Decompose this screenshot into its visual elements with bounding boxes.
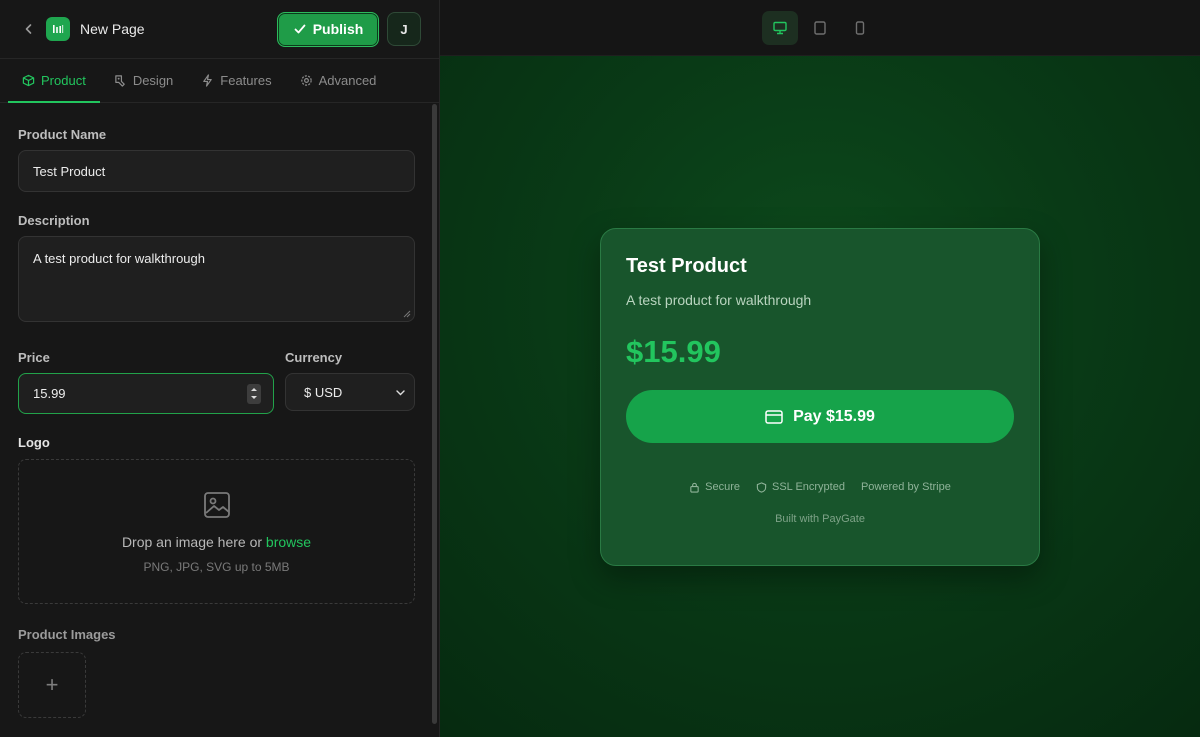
page-title: New Page	[80, 21, 145, 37]
price-label: Price	[18, 350, 50, 365]
scrollbar[interactable]	[432, 104, 437, 724]
price-value: 15.99	[33, 386, 66, 401]
tab-advanced-label: Advanced	[318, 73, 377, 88]
mobile-icon	[855, 20, 865, 35]
currency-value: $ USD	[304, 384, 343, 400]
chevron-down-icon	[396, 389, 405, 395]
check-icon	[294, 24, 306, 34]
mobile-view-button[interactable]	[842, 11, 878, 45]
plus-icon: +	[45, 672, 59, 697]
product-name-value: Test Product	[33, 163, 106, 179]
publish-button[interactable]: Publish	[277, 11, 379, 47]
pay-button-label: Pay $15.99	[793, 407, 875, 425]
add-image-button[interactable]: +	[18, 652, 86, 718]
tab-advanced[interactable]: Advanced	[286, 59, 391, 102]
dropzone-hint: PNG, JPG, SVG up to 5MB	[143, 560, 290, 574]
badge-ssl: SSL Encrypted	[756, 481, 845, 493]
logo-dropzone[interactable]: Drop an image here or browse PNG, JPG, S…	[18, 459, 415, 604]
logo-label: Logo	[18, 435, 50, 450]
tab-design-label: Design	[132, 73, 174, 88]
badge-secure: Secure	[689, 481, 740, 493]
card-description: A test product for walkthrough	[626, 292, 812, 308]
currency-select[interactable]: $ USD	[285, 373, 415, 411]
price-input[interactable]: 15.99	[18, 373, 274, 414]
description-value: A test product for walkthrough	[33, 251, 205, 266]
description-label: Description	[18, 213, 90, 228]
currency-label: Currency	[285, 350, 343, 365]
app-logo-icon	[46, 17, 70, 41]
tab-product-label: Product	[41, 73, 86, 88]
bolt-icon	[203, 74, 213, 87]
publish-label: Publish	[312, 21, 364, 37]
currency-group: Currency $ USD	[285, 350, 415, 414]
product-name-input[interactable]: Test Product	[18, 150, 415, 192]
lock-icon	[690, 482, 699, 493]
badge-stripe: Powered by Stripe	[861, 481, 951, 493]
dropzone-prompt: Drop an image here or	[121, 534, 263, 550]
product-images-label: Product Images	[18, 627, 116, 642]
price-row: Price 15.99 Currency $ USD	[18, 350, 421, 414]
card-title: Test Product	[626, 255, 747, 277]
box-icon	[22, 74, 35, 87]
desktop-icon	[773, 21, 787, 34]
tab-product[interactable]: Product	[8, 59, 100, 103]
device-toolbar	[440, 0, 1200, 56]
product-form: Product Name Test Product Description A …	[0, 127, 439, 718]
editor-panel: New Page Publish J Product Design Featur…	[0, 0, 440, 737]
description-textarea[interactable]: A test product for walkthrough	[18, 236, 415, 322]
preview-canvas: Test Product A test product for walkthro…	[440, 56, 1200, 737]
app-root: New Page Publish J Product Design Featur…	[0, 0, 1200, 737]
tablet-icon	[814, 20, 826, 35]
gear-icon	[300, 75, 312, 86]
back-chevron-icon[interactable]	[20, 20, 38, 38]
dropzone-text: Drop an image here or browse	[122, 534, 311, 550]
browse-link[interactable]: browse	[266, 534, 311, 550]
badge-ssl-label: SSL Encrypted	[772, 481, 845, 493]
preview-panel: Test Product A test product for walkthro…	[440, 0, 1200, 737]
palette-icon	[115, 75, 125, 87]
checkout-card: Test Product A test product for walkthro…	[600, 228, 1040, 566]
tab-design[interactable]: Design	[100, 59, 187, 102]
built-with-text: Built with PayGate	[775, 513, 865, 525]
avatar[interactable]: J	[387, 12, 421, 46]
shield-icon	[756, 481, 767, 493]
image-icon	[203, 492, 230, 518]
product-name-label: Product Name	[18, 127, 107, 142]
tab-features-label: Features	[220, 73, 272, 88]
badge-stripe-label: Powered by Stripe	[860, 481, 951, 493]
resize-handle-icon[interactable]	[403, 310, 411, 318]
tab-features[interactable]: Features	[187, 59, 285, 102]
card-price: $15.99	[626, 334, 721, 369]
trust-badges: Secure SSL Encrypted Powered by Stripe	[626, 481, 1014, 493]
badge-secure-label: Secure	[705, 481, 740, 493]
tablet-view-button[interactable]	[802, 11, 838, 45]
pay-button[interactable]: Pay $15.99	[626, 390, 1014, 443]
price-group: Price 15.99	[18, 350, 274, 414]
credit-card-icon	[765, 409, 783, 424]
editor-topbar: New Page Publish J	[0, 0, 439, 59]
desktop-view-button[interactable]	[762, 10, 798, 45]
editor-tabs: Product Design Features Advanced	[0, 59, 439, 103]
number-stepper-icon[interactable]	[247, 383, 261, 404]
